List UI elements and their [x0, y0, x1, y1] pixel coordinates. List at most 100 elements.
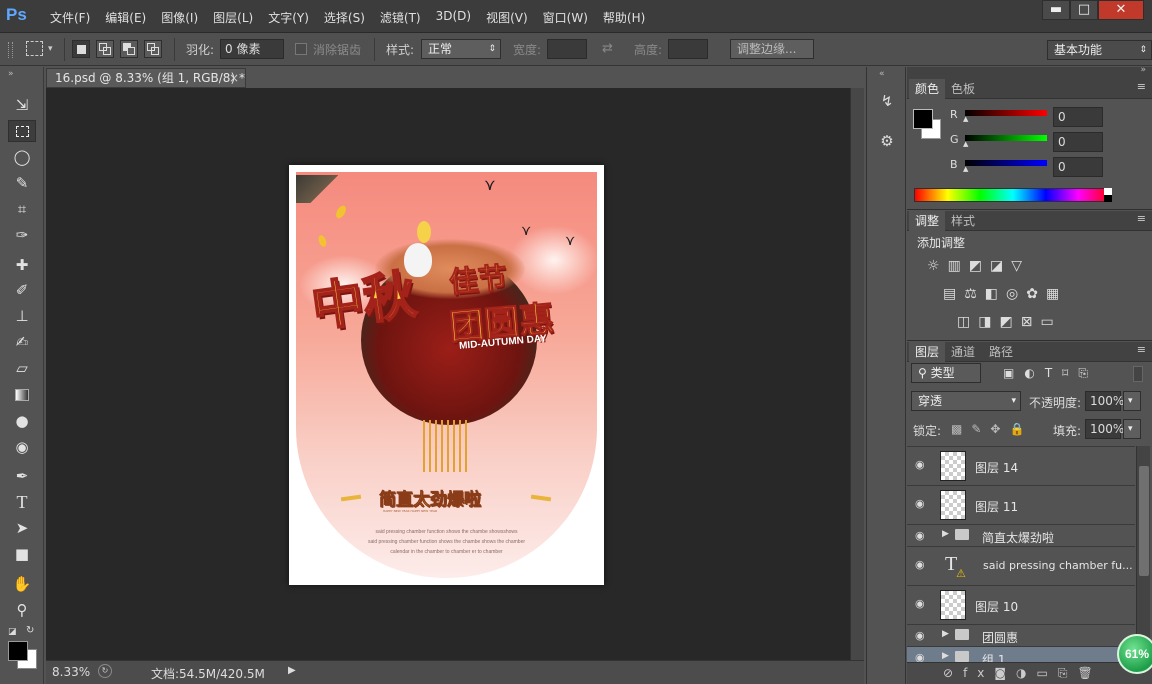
status-menu-arrow-icon[interactable]: ▶	[288, 665, 296, 676]
new-group-icon[interactable]: ▭	[1037, 666, 1058, 680]
color-balance-icon[interactable]: ⚖	[964, 286, 985, 302]
gradient-map-icon[interactable]: ▭	[1040, 314, 1061, 330]
black-white-icon[interactable]: ◧	[985, 286, 1006, 302]
width-input[interactable]	[547, 39, 587, 59]
zoom-level[interactable]: 8.33%	[52, 665, 90, 679]
collapse-toolbox-icon[interactable]: »	[8, 69, 14, 79]
subtract-selection-icon[interactable]	[120, 40, 138, 58]
visibility-eye-icon[interactable]: ◉	[915, 459, 929, 470]
blue-value-input[interactable]: 0	[1053, 157, 1103, 177]
layer-row[interactable]: ◉ 图层 10	[907, 586, 1135, 625]
lasso-tool-icon[interactable]: ◯	[8, 146, 36, 168]
visibility-eye-icon[interactable]: ◉	[915, 530, 929, 541]
lock-position-icon[interactable]: ✥	[990, 422, 1009, 436]
layer-group-row[interactable]: ◉ ▶ 简直太爆劲啦	[907, 525, 1135, 547]
invert-icon[interactable]: ◫	[957, 314, 978, 330]
visibility-eye-icon[interactable]: ◉	[915, 630, 929, 641]
marquee-preset-icon[interactable]	[26, 41, 43, 56]
expand-triangle-icon[interactable]: ▶	[942, 629, 949, 639]
menu-image[interactable]: 图像(I)	[161, 9, 198, 26]
channel-mixer-icon[interactable]: ✿	[1026, 286, 1046, 302]
style-select[interactable]: 正常 ⇕	[421, 39, 501, 59]
type-filter-icon[interactable]: T	[1045, 366, 1062, 380]
visibility-eye-icon[interactable]: ◉	[915, 598, 929, 609]
expand-triangle-icon[interactable]: ▶	[942, 529, 949, 539]
properties-panel-icon[interactable]: ⚙	[877, 132, 897, 152]
healing-brush-tool-icon[interactable]: ✚	[8, 254, 36, 276]
layer-row[interactable]: ◉ T ⚠ said pressing chamber fu...	[907, 547, 1135, 586]
green-slider[interactable]	[965, 135, 1047, 141]
menu-select[interactable]: 选择(S)	[324, 9, 365, 26]
artboard[interactable]: ⋎ ⋎ ⋎ 中秋 佳节 团圆惠 MID-AUTUMN DAY 简直太劲爆啦 HA…	[289, 165, 604, 585]
new-layer-icon[interactable]: ⎘	[1058, 666, 1078, 680]
posterize-icon[interactable]: ◨	[978, 314, 999, 330]
close-button[interactable]: ✕	[1098, 0, 1144, 20]
add-mask-icon[interactable]: ◙	[994, 666, 1016, 680]
minimize-button[interactable]: ▬	[1042, 0, 1070, 20]
maximize-button[interactable]: □	[1070, 0, 1098, 20]
marquee-tool-icon[interactable]	[8, 120, 36, 142]
status-info-icon[interactable]: ↻	[98, 664, 112, 678]
visibility-eye-icon[interactable]: ◉	[915, 498, 929, 509]
lock-pixels-icon[interactable]: ✎	[971, 422, 990, 436]
fill-dropdown-icon[interactable]: ▾	[1123, 419, 1141, 439]
gradient-tool-icon[interactable]	[8, 384, 36, 406]
opacity-dropdown-icon[interactable]: ▾	[1123, 391, 1141, 411]
path-selection-tool-icon[interactable]: ➤	[8, 517, 36, 539]
panel-menu-icon[interactable]: ≡	[1137, 80, 1146, 93]
menu-file[interactable]: 文件(F)	[50, 9, 90, 26]
color-spectrum-ramp[interactable]	[914, 188, 1112, 202]
vibrance-icon[interactable]: ▽	[1011, 258, 1030, 274]
layer-group-row-selected[interactable]: ◉ ▶ 组 1	[907, 647, 1135, 662]
collapse-strip-icon[interactable]: «	[879, 69, 885, 79]
layer-row[interactable]: ◉ 图层 11	[907, 486, 1135, 525]
eyedropper-tool-icon[interactable]: ✑	[8, 224, 36, 246]
pixel-filter-icon[interactable]: ▣	[1003, 366, 1024, 380]
collapse-panels-icon[interactable]: »	[1140, 65, 1146, 75]
menu-filter[interactable]: 滤镜(T)	[380, 9, 421, 26]
swap-icon[interactable]: ⇄	[602, 41, 613, 56]
smart-object-filter-icon[interactable]: ⎘	[1078, 366, 1098, 380]
tab-color[interactable]: 颜色	[909, 79, 946, 99]
fill-input[interactable]: 100%	[1085, 419, 1124, 439]
panel-menu-icon[interactable]: ≡	[1137, 343, 1146, 356]
menu-layer[interactable]: 图层(L)	[213, 9, 253, 26]
color-fg-swatch[interactable]	[913, 109, 933, 129]
photo-filter-icon[interactable]: ◎	[1006, 286, 1026, 302]
type-tool-icon[interactable]: T	[8, 491, 36, 513]
clone-stamp-tool-icon[interactable]: ⊥	[8, 305, 36, 327]
threshold-icon[interactable]: ◩	[999, 314, 1020, 330]
swap-colors-icon[interactable]: ↻	[26, 625, 34, 636]
layers-scroll-thumb[interactable]	[1139, 466, 1149, 576]
adjustment-filter-icon[interactable]: ◐	[1024, 366, 1044, 380]
slider-thumb-icon[interactable]: ▲	[963, 140, 968, 148]
ramp-black-swatch[interactable]	[1104, 195, 1112, 202]
intersect-selection-icon[interactable]	[144, 40, 162, 58]
slider-thumb-icon[interactable]: ▲	[963, 115, 968, 123]
opacity-input[interactable]: 100%	[1085, 391, 1124, 411]
menu-view[interactable]: 视图(V)	[486, 9, 528, 26]
vertical-scrollbar[interactable]	[850, 88, 864, 660]
rectangle-tool-icon[interactable]: ■	[8, 543, 36, 565]
menu-edit[interactable]: 编辑(E)	[105, 9, 146, 26]
feather-input[interactable]: 0 像素	[220, 39, 284, 59]
crop-tool-icon[interactable]: ⌗	[8, 198, 36, 220]
workspace-select[interactable]: 基本功能 ⇕	[1047, 40, 1152, 60]
brightness-icon[interactable]: ☼	[927, 258, 948, 274]
menu-help[interactable]: 帮助(H)	[603, 9, 645, 26]
foreground-color-swatch[interactable]	[8, 641, 28, 661]
preset-chevron-down-icon[interactable]: ▾	[48, 44, 53, 54]
history-brush-tool-icon[interactable]: ✍	[8, 331, 36, 353]
zoom-tool-icon[interactable]: ⚲	[8, 599, 36, 621]
quick-select-tool-icon[interactable]: ✎	[8, 172, 36, 194]
brush-tool-icon[interactable]: ✐	[8, 279, 36, 301]
tab-adjustments[interactable]: 调整	[909, 211, 946, 231]
refine-edge-button[interactable]: 调整边缘...	[730, 39, 814, 59]
menu-3d[interactable]: 3D(D)	[436, 9, 471, 26]
blend-mode-select[interactable]: 穿透 ▾	[911, 391, 1021, 411]
curves-icon[interactable]: ◩	[969, 258, 990, 274]
delete-layer-icon[interactable]: 🗑	[1077, 666, 1102, 680]
new-adjustment-icon[interactable]: ◑	[1016, 666, 1036, 680]
layer-group-row[interactable]: ◉ ▶ 团圆惠	[907, 625, 1135, 647]
layer-style-icon[interactable]: fx	[963, 666, 994, 680]
